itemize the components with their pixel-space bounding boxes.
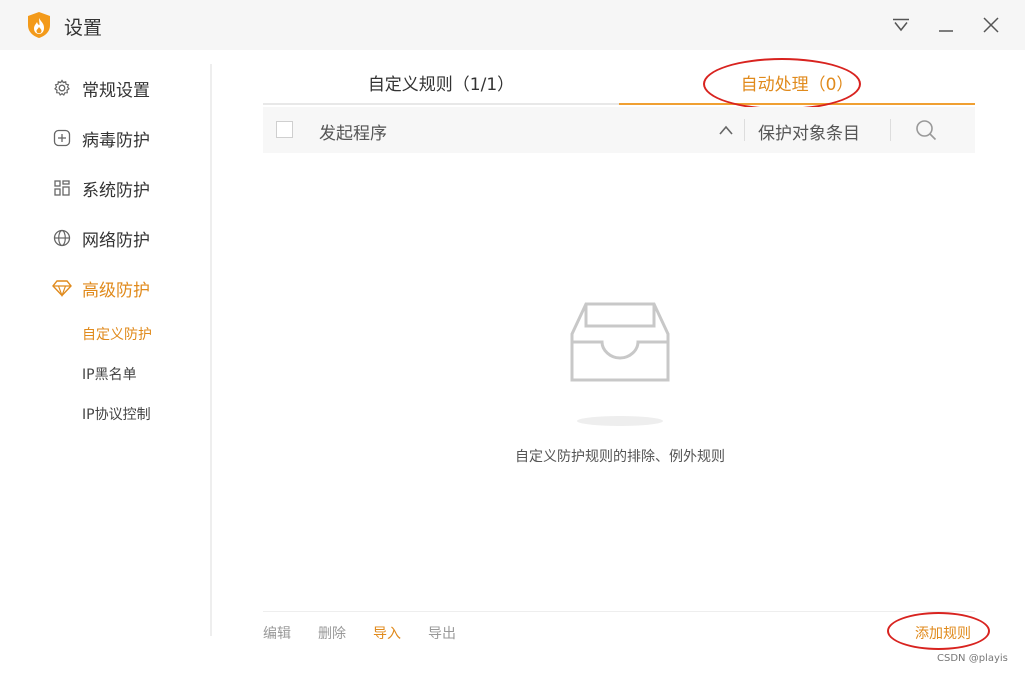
dropdown-menu-icon [893, 18, 909, 32]
dropdown-menu-button[interactable] [889, 13, 913, 37]
sidebar-subitem-custom[interactable]: 自定义防护 [82, 324, 152, 344]
column-separator [890, 119, 891, 141]
window-title: 设置 [64, 17, 103, 39]
import-button[interactable]: 导入 [373, 623, 401, 643]
table-header: 发起程序 保护对象条目 [263, 107, 975, 153]
edit-button[interactable]: 编辑 [263, 623, 291, 643]
column-header-target: 保护对象条目 [758, 124, 860, 144]
sidebar-item-label: 网络防护 [82, 230, 150, 251]
sidebar-subitem-ip-blacklist[interactable]: IP黑名单 [82, 364, 137, 384]
sidebar-item-label: 系统防护 [82, 180, 150, 201]
diamond-icon [52, 278, 72, 298]
footer-divider [263, 611, 975, 612]
sidebar-item-network[interactable]: 网络防护 [52, 223, 150, 253]
sidebar-item-system[interactable]: 系统防护 [52, 173, 150, 203]
sidebar-item-advanced[interactable]: 高级防护 [52, 273, 150, 303]
tab-custom-rules[interactable]: 自定义规则（1/1） [263, 70, 619, 102]
sidebar-item-virus[interactable]: 病毒防护 [52, 123, 150, 153]
sidebar-item-label: 病毒防护 [82, 130, 150, 151]
empty-inbox-icon [570, 302, 670, 426]
delete-button[interactable]: 删除 [318, 623, 346, 643]
minimize-button[interactable] [934, 13, 958, 37]
fire-shield-icon [28, 12, 50, 38]
sidebar-item-general[interactable]: 常规设置 [52, 73, 150, 103]
plus-square-icon [52, 128, 72, 148]
tab-underline [263, 103, 619, 105]
sidebar-divider [210, 64, 212, 636]
column-header-program[interactable]: 发起程序 [319, 119, 387, 144]
export-button[interactable]: 导出 [428, 623, 456, 643]
sidebar-item-label: 常规设置 [82, 80, 150, 101]
title-bar: 设置 [0, 0, 1025, 50]
column-separator [744, 119, 745, 141]
gear-icon [52, 78, 72, 98]
watermark: CSDN @playis [937, 653, 1008, 664]
empty-state-text: 自定义防护规则的排除、例外规则 [515, 449, 725, 465]
grid-icon [52, 178, 72, 198]
sidebar-item-label: 高级防护 [82, 280, 150, 301]
globe-icon [52, 228, 72, 248]
search-icon[interactable] [915, 119, 937, 141]
sidebar-subitem-ip-protocol[interactable]: IP协议控制 [82, 404, 151, 424]
minimize-icon [939, 30, 953, 32]
annotation-ellipse-tab [703, 58, 861, 110]
chevron-up-icon[interactable] [718, 123, 734, 137]
close-button[interactable] [979, 13, 1003, 37]
annotation-ellipse-add [887, 612, 990, 650]
select-all-checkbox[interactable] [276, 121, 293, 138]
close-icon [983, 17, 999, 33]
